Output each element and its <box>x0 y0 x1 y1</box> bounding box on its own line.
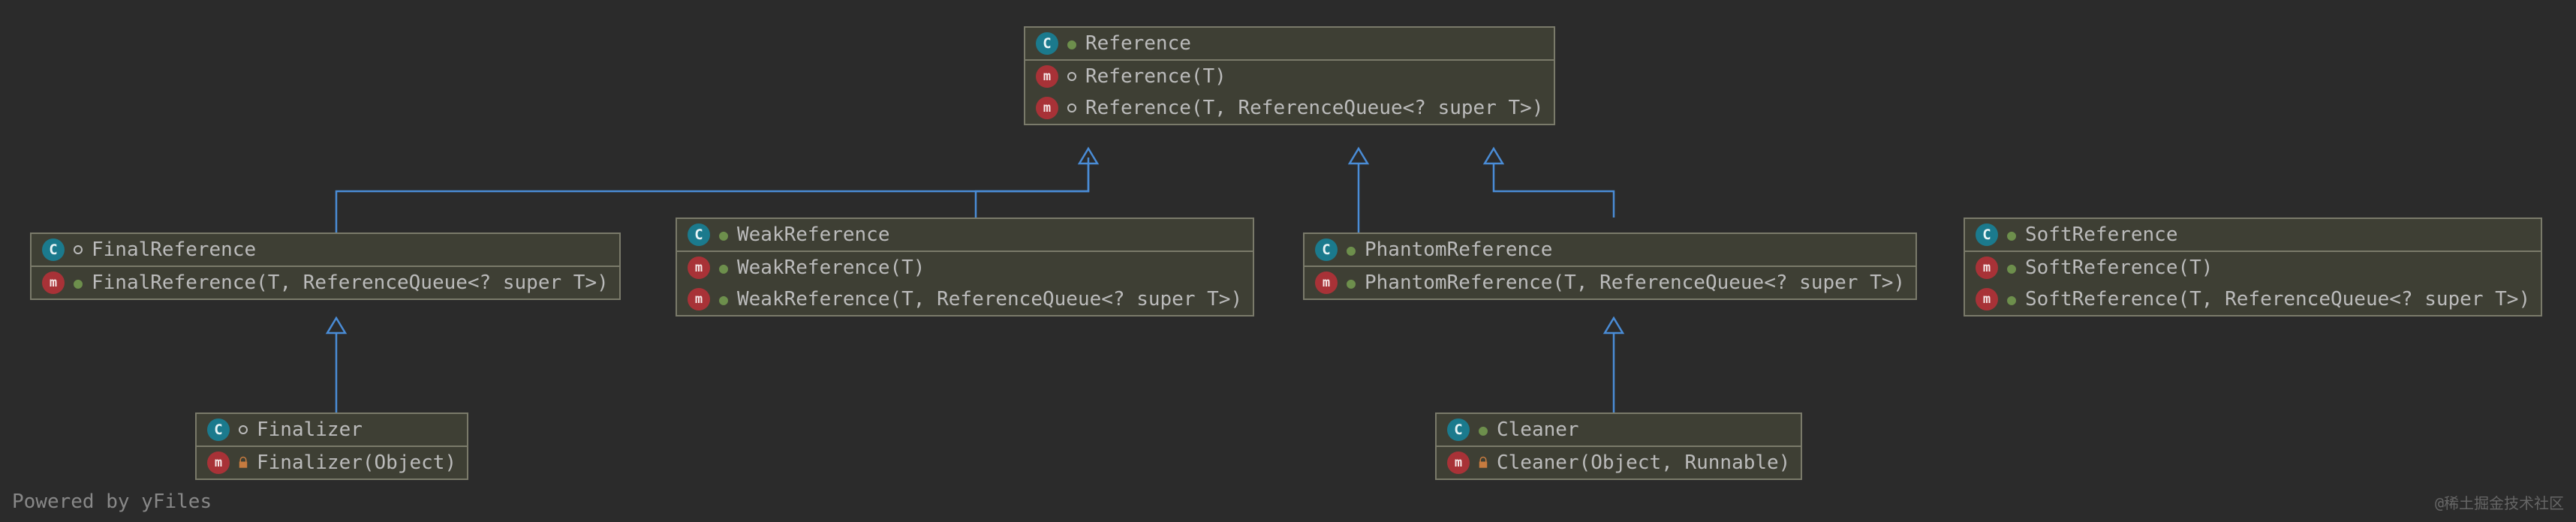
powered-by-label: Powered by yFiles <box>12 490 212 513</box>
class-icon: C <box>207 418 230 441</box>
class-header: C FinalReference <box>32 234 619 267</box>
method-icon: m <box>1976 288 1998 310</box>
class-reference[interactable]: C ● Reference m Reference(T) m Reference… <box>1024 26 1555 125</box>
class-name-label: Finalizer <box>257 418 363 441</box>
visibility-package-private-icon <box>1064 69 1079 84</box>
visibility-package-icon: ● <box>71 275 86 290</box>
visibility-package-private-icon <box>71 242 86 257</box>
class-final-reference[interactable]: C FinalReference m ● FinalReference(T, R… <box>30 232 621 300</box>
constructor-row[interactable]: m Cleaner(Object, Runnable) <box>1437 447 1801 478</box>
method-icon: m <box>42 272 65 294</box>
visibility-package-icon: ● <box>2004 227 2019 242</box>
visibility-package-icon: ● <box>716 292 731 307</box>
class-icon: C <box>1315 238 1338 261</box>
method-icon: m <box>1447 452 1470 474</box>
watermark-label: @稀土掘金技术社区 <box>2435 491 2564 513</box>
class-name-label: FinalReference <box>92 238 256 261</box>
class-body: m ● PhantomReference(T, ReferenceQueue<?… <box>1305 267 1915 298</box>
constructor-row[interactable]: m Reference(T, ReferenceQueue<? super T>… <box>1025 92 1554 124</box>
class-icon: C <box>42 238 65 261</box>
constructor-row[interactable]: m ● PhantomReference(T, ReferenceQueue<?… <box>1305 267 1915 298</box>
visibility-package-icon: ● <box>716 227 731 242</box>
member-signature: Finalizer(Object) <box>257 452 456 474</box>
class-name-label: WeakReference <box>737 224 890 246</box>
method-icon: m <box>1976 256 1998 279</box>
class-body: m Finalizer(Object) <box>197 447 467 478</box>
class-soft-reference[interactable]: C ● SoftReference m ● SoftReference(T) m… <box>1964 218 2542 316</box>
visibility-package-icon: ● <box>2004 292 2019 307</box>
class-icon: C <box>1976 224 1998 246</box>
class-header: C ● Reference <box>1025 28 1554 61</box>
visibility-package-private-icon <box>236 422 251 437</box>
class-header: C ● SoftReference <box>1965 219 2541 252</box>
class-header: C ● WeakReference <box>677 219 1253 252</box>
member-signature: PhantomReference(T, ReferenceQueue<? sup… <box>1365 272 1905 294</box>
constructor-row[interactable]: m ● WeakReference(T) <box>677 252 1253 284</box>
visibility-package-icon: ● <box>2004 260 2019 275</box>
constructor-row[interactable]: m ● SoftReference(T, ReferenceQueue<? su… <box>1965 284 2541 315</box>
method-icon: m <box>207 452 230 474</box>
class-body: m ● SoftReference(T) m ● SoftReference(T… <box>1965 252 2541 315</box>
member-signature: FinalReference(T, ReferenceQueue<? super… <box>92 272 609 294</box>
member-signature: WeakReference(T) <box>737 256 925 279</box>
class-body: m ● WeakReference(T) m ● WeakReference(T… <box>677 252 1253 315</box>
constructor-row[interactable]: m ● SoftReference(T) <box>1965 252 2541 284</box>
class-header: C ● PhantomReference <box>1305 234 1915 267</box>
class-finalizer[interactable]: C Finalizer m Finalizer(Object) <box>195 412 468 480</box>
class-weak-reference[interactable]: C ● WeakReference m ● WeakReference(T) m… <box>676 218 1254 316</box>
class-cleaner[interactable]: C ● Cleaner m Cleaner(Object, Runnable) <box>1435 412 1802 480</box>
method-icon: m <box>1315 272 1338 294</box>
class-header: C ● Cleaner <box>1437 414 1801 447</box>
method-icon: m <box>688 256 710 279</box>
member-signature: SoftReference(T) <box>2025 256 2213 279</box>
visibility-package-icon: ● <box>1344 242 1359 257</box>
visibility-private-lock-icon <box>1476 455 1491 470</box>
constructor-row[interactable]: m ● WeakReference(T, ReferenceQueue<? su… <box>677 284 1253 315</box>
method-icon: m <box>1036 65 1058 88</box>
member-signature: Reference(T, ReferenceQueue<? super T>) <box>1085 97 1543 119</box>
member-signature: Cleaner(Object, Runnable) <box>1497 452 1790 474</box>
method-icon: m <box>688 288 710 310</box>
class-icon: C <box>1447 418 1470 441</box>
visibility-package-icon: ● <box>1344 275 1359 290</box>
class-body: m ● FinalReference(T, ReferenceQueue<? s… <box>32 267 619 298</box>
member-signature: SoftReference(T, ReferenceQueue<? super … <box>2025 288 2530 310</box>
class-icon: C <box>1036 32 1058 55</box>
method-icon: m <box>1036 97 1058 119</box>
member-signature: WeakReference(T, ReferenceQueue<? super … <box>737 288 1242 310</box>
member-signature: Reference(T) <box>1085 65 1226 88</box>
visibility-package-private-icon <box>1064 100 1079 116</box>
visibility-package-icon: ● <box>1476 422 1491 437</box>
class-header: C Finalizer <box>197 414 467 447</box>
constructor-row[interactable]: m Finalizer(Object) <box>197 447 467 478</box>
class-body: m Reference(T) m Reference(T, ReferenceQ… <box>1025 61 1554 124</box>
class-name-label: Cleaner <box>1497 418 1579 441</box>
visibility-private-lock-icon <box>236 455 251 470</box>
constructor-row[interactable]: m Reference(T) <box>1025 61 1554 92</box>
visibility-package-icon: ● <box>716 260 731 275</box>
class-body: m Cleaner(Object, Runnable) <box>1437 447 1801 478</box>
class-icon: C <box>688 224 710 246</box>
class-name-label: Reference <box>1085 32 1191 55</box>
class-name-label: PhantomReference <box>1365 238 1552 261</box>
class-phantom-reference[interactable]: C ● PhantomReference m ● PhantomReferenc… <box>1303 232 1917 300</box>
visibility-package-icon: ● <box>1064 36 1079 51</box>
constructor-row[interactable]: m ● FinalReference(T, ReferenceQueue<? s… <box>32 267 619 298</box>
class-name-label: SoftReference <box>2025 224 2178 246</box>
